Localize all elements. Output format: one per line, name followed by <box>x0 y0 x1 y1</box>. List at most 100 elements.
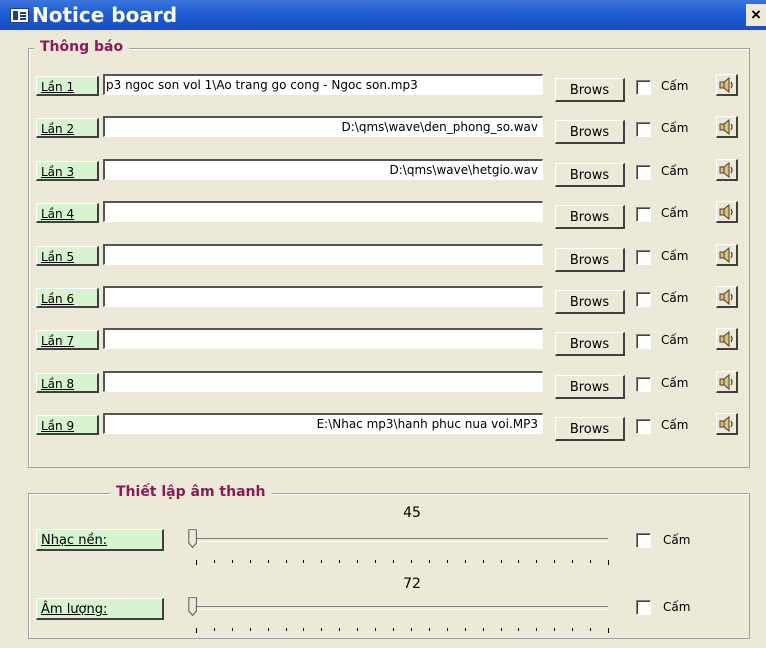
browse-button[interactable]: Brows <box>555 120 625 144</box>
notice-path-input[interactable] <box>103 286 543 307</box>
notice-label-button[interactable]: Lần 1 <box>36 76 99 96</box>
background-music-slider-thumb[interactable] <box>188 528 198 550</box>
slider-tick <box>196 560 197 565</box>
browse-button[interactable]: Brows <box>555 332 625 356</box>
notice-label: Lần 6 <box>41 292 75 306</box>
browse-button[interactable]: Brows <box>555 375 625 399</box>
slider-tick <box>375 628 376 631</box>
browse-button[interactable]: Brows <box>555 205 625 229</box>
slider-tick <box>554 560 555 563</box>
slider-tick <box>554 628 555 631</box>
slider-tick <box>447 628 448 631</box>
slider-tick <box>357 628 358 631</box>
notice-label: Lần 1 <box>41 80 75 94</box>
slider-tick <box>393 628 394 631</box>
notice-mute-checkbox[interactable] <box>636 207 651 222</box>
slider-tick <box>536 628 537 631</box>
slider-tick <box>303 560 304 563</box>
slider-tick <box>268 560 269 563</box>
volume-slider-thumb[interactable] <box>188 596 198 618</box>
play-sound-button[interactable] <box>716 116 738 138</box>
volume-value: 72 <box>403 576 421 592</box>
slider-tick <box>572 628 573 631</box>
notice-mute-checkbox[interactable] <box>636 122 651 137</box>
slider-tick <box>572 560 573 563</box>
notice-path-input[interactable] <box>103 201 543 222</box>
slider-tick <box>232 628 233 631</box>
notice-mute-checkbox[interactable] <box>636 377 651 392</box>
play-sound-button[interactable] <box>716 413 738 435</box>
notice-label-button[interactable]: Lần 7 <box>36 330 99 350</box>
slider-tick <box>501 560 502 563</box>
notice-label: Lần 3 <box>41 165 75 179</box>
play-sound-button[interactable] <box>716 244 738 266</box>
slider-tick <box>465 560 466 563</box>
notice-mute-checkbox[interactable] <box>636 334 651 349</box>
play-sound-button[interactable] <box>716 201 738 223</box>
notice-label: Lần 7 <box>41 334 75 348</box>
notice-path-input[interactable]: D:\qms\wave\hetgio.wav <box>103 159 543 180</box>
background-music-button[interactable]: Nhạc nền: <box>36 529 164 551</box>
notice-label-button[interactable]: Lần 3 <box>36 161 99 181</box>
slider-tick <box>429 560 430 563</box>
notice-label-button[interactable]: Lần 5 <box>36 246 99 266</box>
notice-mute-label: Cấm <box>661 164 689 178</box>
play-sound-button[interactable] <box>716 371 738 393</box>
browse-button[interactable]: Brows <box>555 163 625 187</box>
notice-mute-checkbox[interactable] <box>636 80 651 95</box>
notice-mute-checkbox[interactable] <box>636 250 651 265</box>
volume-button[interactable]: Âm lượng: <box>36 598 164 620</box>
slider-tick <box>286 560 287 563</box>
background-music-ticks <box>196 560 609 566</box>
play-sound-button[interactable] <box>716 74 738 96</box>
browse-button[interactable]: Brows <box>555 248 625 272</box>
slider-tick <box>196 628 197 633</box>
notice-label-button[interactable]: Lần 9 <box>36 415 99 435</box>
notice-path-input[interactable] <box>103 244 543 265</box>
notice-path-input[interactable]: E:\Nhac mp3\hanh phuc nua voi.MP3 <box>103 413 543 434</box>
notice-path-input[interactable] <box>103 328 543 349</box>
notice-label: Lần 2 <box>41 122 75 136</box>
notice-label-button[interactable]: Lần 8 <box>36 373 99 393</box>
browse-button[interactable]: Brows <box>555 290 625 314</box>
notice-label-button[interactable]: Lần 6 <box>36 288 99 308</box>
slider-tick <box>250 628 251 631</box>
browse-button[interactable]: Brows <box>555 417 625 441</box>
slider-tick <box>357 560 358 563</box>
form-icon <box>10 8 29 23</box>
volume-track <box>196 606 608 610</box>
browse-button[interactable]: Brows <box>555 78 625 102</box>
notice-label: Lần 4 <box>41 207 75 221</box>
play-sound-button[interactable] <box>716 286 738 308</box>
notice-mute-label: Cấm <box>661 376 689 390</box>
notice-path-input[interactable]: D:\qms\wave\den_phong_so.wav <box>103 116 543 137</box>
background-music-mute-checkbox[interactable] <box>636 533 651 548</box>
notice-label: Lần 9 <box>41 419 75 433</box>
slider-tick <box>447 560 448 563</box>
volume-label: Âm lượng: <box>41 602 108 617</box>
notice-mute-label: Cấm <box>661 121 689 135</box>
slider-tick <box>483 560 484 563</box>
slider-tick <box>375 560 376 563</box>
slider-tick <box>232 560 233 563</box>
play-sound-button[interactable] <box>716 159 738 181</box>
notice-mute-checkbox[interactable] <box>636 419 651 434</box>
notice-label-button[interactable]: Lần 4 <box>36 203 99 223</box>
slider-tick <box>518 560 519 563</box>
slider-tick <box>411 560 412 563</box>
volume-mute-checkbox[interactable] <box>636 600 651 615</box>
slider-tick <box>501 628 502 631</box>
notice-mute-label: Cấm <box>661 418 689 432</box>
title-bar: Notice board × <box>0 0 766 30</box>
notice-path-input[interactable]: p3 ngoc son vol 1\Ao trang go cong - Ngo… <box>103 74 543 95</box>
notice-mute-checkbox[interactable] <box>636 292 651 307</box>
play-sound-button[interactable] <box>716 328 738 350</box>
background-music-track <box>196 538 608 542</box>
notice-mute-checkbox[interactable] <box>636 165 651 180</box>
notice-path-input[interactable] <box>103 371 543 392</box>
close-button[interactable]: × <box>746 4 766 26</box>
notice-label-button[interactable]: Lần 2 <box>36 118 99 138</box>
slider-tick <box>608 560 609 565</box>
slider-tick <box>303 628 304 631</box>
slider-tick <box>339 628 340 631</box>
